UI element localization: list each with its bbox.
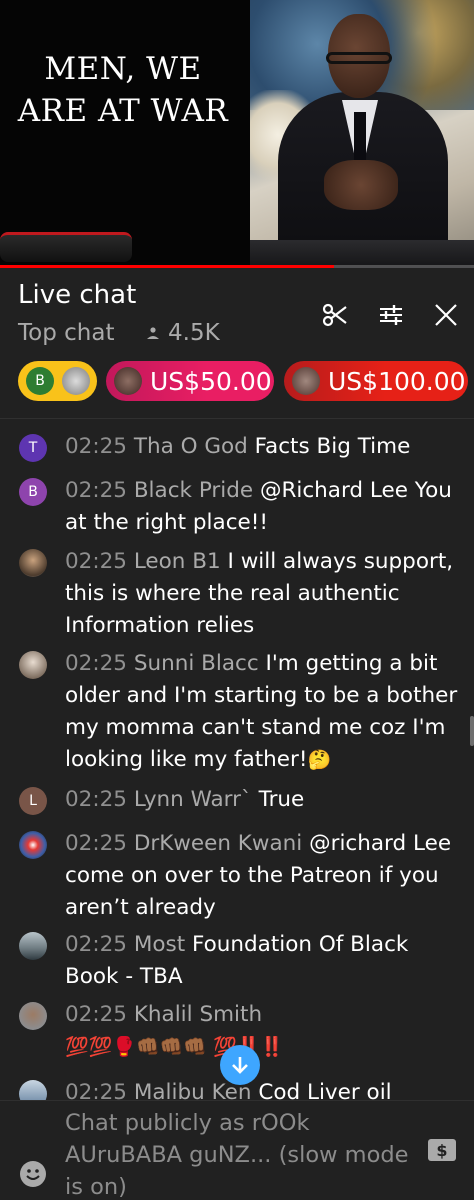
message-timestamp: 02:25 <box>65 478 127 503</box>
message-text: True <box>258 787 305 812</box>
message-author: Lynn Warr` <box>133 787 252 812</box>
message-author: Khalil Smith <box>133 1002 263 1027</box>
clip-icon <box>322 303 347 327</box>
video-title-overlay: MEN, WE ARE AT WAR <box>0 48 246 132</box>
chat-message-body: 02:25 Black Pride @Richard Lee You at th… <box>65 475 465 539</box>
viewer-count-value: 4.5K <box>168 320 220 346</box>
close-icon <box>435 304 457 326</box>
ticker-superchat-100[interactable]: US$100.00 <box>284 361 468 401</box>
clip-button[interactable] <box>318 298 352 332</box>
avatar <box>19 932 47 960</box>
chat-message-body: 02:25 Lynn Warr` True <box>65 784 465 816</box>
ticker-amount: US$100.00 <box>328 366 466 396</box>
ticker-avatar-image <box>292 367 320 395</box>
super-chat-button[interactable]: $ <box>428 1139 456 1161</box>
emoji-icon <box>26 1169 40 1180</box>
video-speaker-scene <box>250 0 474 268</box>
message-author: Tha O God <box>133 434 248 459</box>
avatar: T <box>19 434 47 462</box>
message-author: Most <box>133 932 186 957</box>
chat-settings-button[interactable] <box>374 298 408 332</box>
video-title-line-2: ARE AT WAR <box>17 93 229 129</box>
message-timestamp: 02:25 <box>65 1080 127 1100</box>
message-timestamp: 02:25 <box>65 434 127 459</box>
filter-sliders-icon <box>380 305 402 325</box>
message-author: Leon B1 <box>133 549 221 574</box>
chat-message-body: 02:25 DrKween Kwani @richard Lee come on… <box>65 828 465 924</box>
message-author: Sunni Blacc <box>133 651 259 676</box>
chat-message-body: 02:25 Sunni Blacc I'm getting a bit olde… <box>65 648 465 776</box>
message-timestamp: 02:25 <box>65 932 127 957</box>
ticker-superchat-50[interactable]: US$50.00 <box>106 361 274 401</box>
chat-message-body: 02:25 Tha O God Facts Big Time <box>65 431 465 463</box>
message-timestamp: 02:25 <box>65 549 127 574</box>
avatar <box>19 651 47 679</box>
chat-message-list[interactable]: T 02:25 Tha O God Facts Big Time B 02:25… <box>0 418 474 1100</box>
ticker-avatar-image <box>114 367 142 395</box>
chat-message-body: 02:25 Khalil Smith 💯💯🥊👊🏾👊🏾👊🏾 💯‼️‼️ <box>65 999 465 1063</box>
chat-composer: Chat publicly as rOOk AUruBABA guNZ... (… <box>0 1100 474 1200</box>
chat-message-body: 02:25 Leon B1 I will always support, thi… <box>65 546 465 642</box>
super-chat-ticker: B US$50.00 US$100.00 <box>0 360 474 418</box>
jump-to-latest-button[interactable] <box>220 1045 260 1085</box>
message-author: DrKween Kwani <box>133 831 303 856</box>
arrow-down-icon <box>232 1057 248 1074</box>
avatar <box>19 1002 47 1030</box>
message-text: Cod Liver oil <box>258 1080 392 1100</box>
avatar <box>19 1080 47 1100</box>
live-chat-header: Live chat Top chat 4.5K <box>0 268 474 360</box>
close-chat-button[interactable] <box>429 298 463 332</box>
message-timestamp: 02:25 <box>65 787 127 812</box>
thinking-emoji: 🤔 <box>307 749 332 771</box>
chat-message-body: 02:25 Malibu Ken Cod Liver oil <box>65 1077 465 1100</box>
speaker-hands <box>324 160 398 210</box>
super-chat-icon: $ <box>436 1140 448 1160</box>
desk <box>250 240 474 268</box>
ticker-avatar-letter: B <box>26 367 54 395</box>
message-text: Facts Big Time <box>254 434 411 459</box>
chat-input[interactable]: Chat publicly as rOOk AUruBABA guNZ... (… <box>65 1107 415 1200</box>
avatar <box>19 549 47 577</box>
avatar: L <box>19 787 47 815</box>
chat-scrollbar[interactable] <box>470 716 474 746</box>
microphone <box>0 232 132 262</box>
chat-message-body: 02:25 Most Foundation Of Black Book - TB… <box>65 929 465 993</box>
chat-mode-selector[interactable]: Top chat <box>18 320 114 346</box>
ticker-amount: US$50.00 <box>150 366 272 396</box>
live-chat-title: Live chat <box>18 280 137 310</box>
ticker-membership-item[interactable]: B <box>18 361 97 401</box>
emoji-button[interactable] <box>20 1161 46 1187</box>
message-author: Black Pride <box>133 478 254 503</box>
ticker-avatar-image <box>62 367 90 395</box>
message-timestamp: 02:25 <box>65 1002 127 1027</box>
video-left-panel: MEN, WE ARE AT WAR <box>0 0 250 268</box>
people-icon <box>147 327 159 339</box>
avatar <box>19 831 47 859</box>
avatar: B <box>19 478 47 506</box>
viewer-count: 4.5K <box>144 320 220 346</box>
video-player[interactable]: MEN, WE ARE AT WAR <box>0 0 474 268</box>
speaker-glasses <box>326 52 392 64</box>
message-timestamp: 02:25 <box>65 831 127 856</box>
video-title-line-1: MEN, WE <box>44 51 202 87</box>
message-timestamp: 02:25 <box>65 651 127 676</box>
